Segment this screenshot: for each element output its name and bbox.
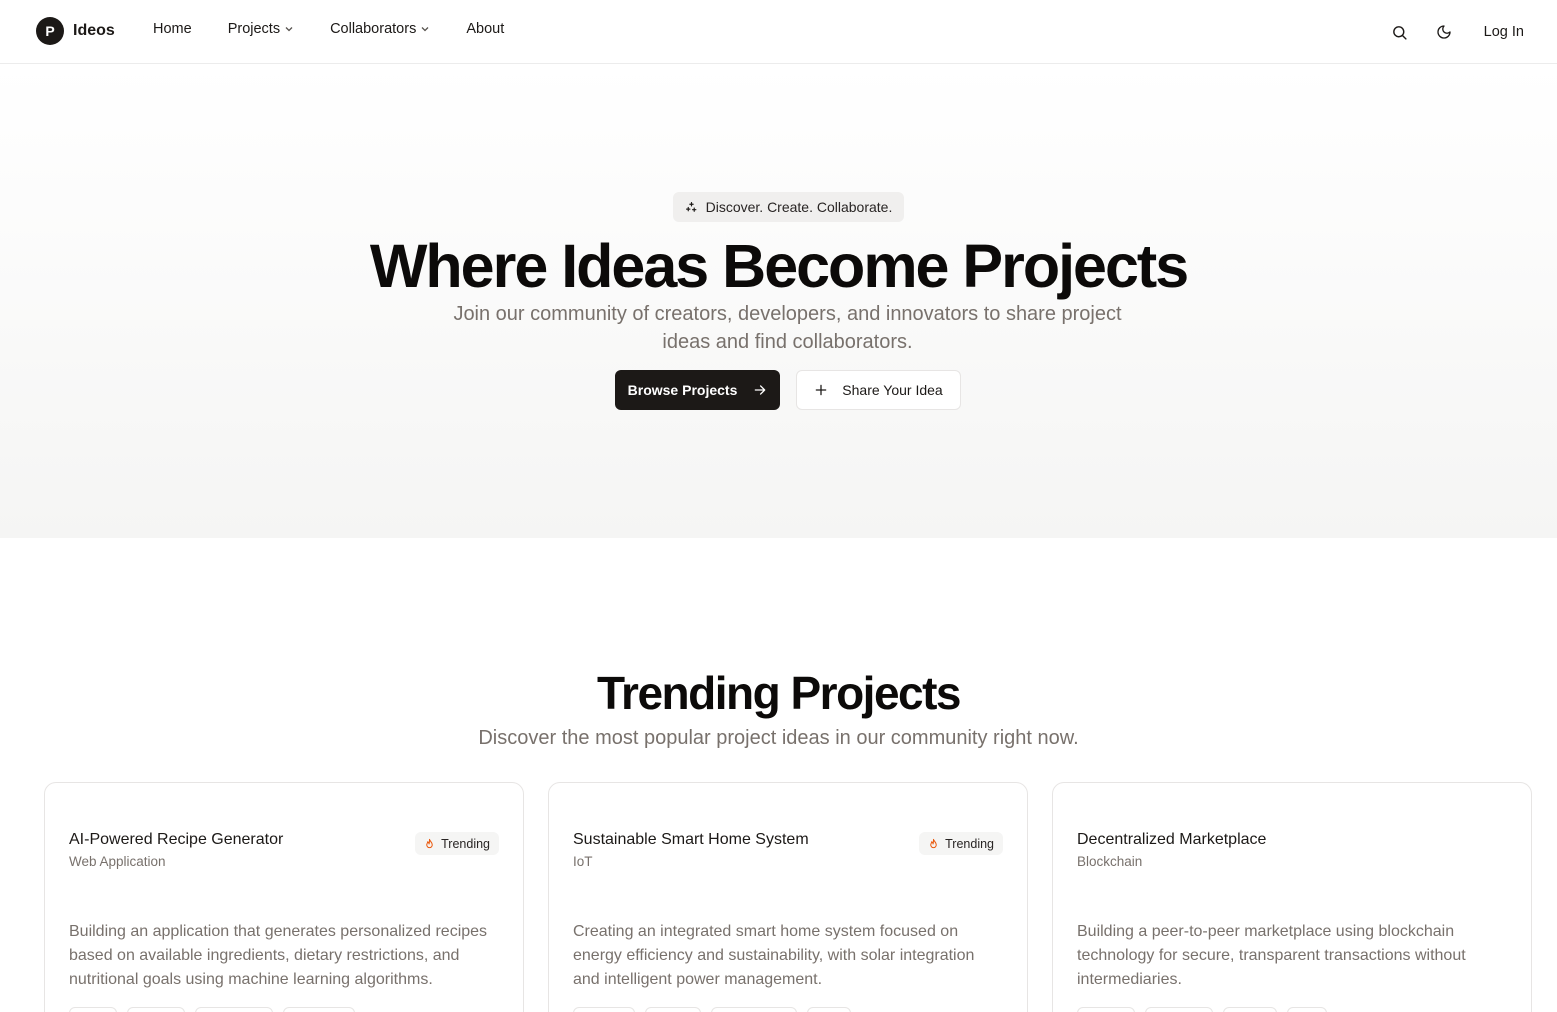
- project-title: Sustainable Smart Home System: [573, 831, 809, 848]
- hero-title: Where Ideas Become Projects: [369, 232, 1189, 300]
- project-description: Building an application that generates p…: [69, 923, 488, 988]
- hero-subtitle: Join our community of creators, develope…: [453, 303, 1122, 353]
- project-tags: [69, 1007, 355, 1012]
- nav-about[interactable]: About: [466, 21, 504, 37]
- browse-projects-button[interactable]: Browse Projects: [615, 370, 780, 410]
- project-card[interactable]: Sustainable Smart Home System IoT Trendi…: [548, 782, 1028, 1012]
- project-tags: [573, 1007, 851, 1012]
- plus-icon: [815, 384, 827, 396]
- project-title: Decentralized Marketplace: [1077, 831, 1267, 848]
- project-card[interactable]: AI-Powered Recipe Generator Web Applicat…: [44, 782, 524, 1012]
- tag-chip[interactable]: [69, 1007, 117, 1012]
- hero-tagline-text: Discover. Create. Collaborate.: [705, 199, 893, 215]
- tag-chip[interactable]: [195, 1007, 273, 1012]
- tag-chip[interactable]: [1287, 1007, 1327, 1012]
- theme-toggle-button[interactable]: [1430, 18, 1458, 46]
- arrow-right-icon: [755, 385, 766, 395]
- share-idea-button[interactable]: Share Your Idea: [796, 370, 961, 410]
- nav-collaborators[interactable]: Collaborators: [330, 21, 430, 37]
- brand-link[interactable]: P Ideos: [36, 17, 115, 45]
- project-description: Building a peer-to-peer marketplace usin…: [1077, 923, 1466, 988]
- project-tags: [1077, 1007, 1327, 1012]
- flame-icon: [930, 838, 937, 848]
- nav-home[interactable]: Home: [153, 21, 192, 37]
- trending-subtitle: Discover the most popular project ideas …: [478, 727, 1079, 749]
- project-title: AI-Powered Recipe Generator: [69, 831, 284, 848]
- tag-chip[interactable]: [1077, 1007, 1135, 1012]
- trending-badge-label: Trending: [945, 836, 994, 851]
- chevron-down-icon: [421, 27, 429, 32]
- flame-icon: [426, 838, 433, 848]
- tag-chip[interactable]: [1145, 1007, 1213, 1012]
- main-nav: Home Projects Collaborators About: [153, 21, 504, 37]
- share-idea-label: Share Your Idea: [842, 382, 943, 398]
- trending-title: Trending Projects: [596, 667, 962, 719]
- project-description: Creating an integrated smart home system…: [573, 923, 975, 988]
- search-button[interactable]: [1386, 18, 1414, 46]
- moon-icon: [1437, 25, 1451, 39]
- tag-chip[interactable]: [573, 1007, 635, 1012]
- trending-badge-label: Trending: [441, 836, 490, 851]
- login-link[interactable]: Log In: [1484, 24, 1524, 40]
- trending-badge: Trending: [919, 832, 1003, 855]
- tag-chip[interactable]: [283, 1007, 355, 1012]
- sparkles-icon: [685, 201, 697, 212]
- tag-chip[interactable]: [1223, 1007, 1277, 1012]
- trending-badge: Trending: [415, 832, 499, 855]
- chevron-down-icon: [285, 27, 293, 32]
- project-category: IoT: [573, 854, 593, 869]
- nav-projects[interactable]: Projects: [228, 21, 294, 37]
- nav-collaborators-label: Collaborators: [330, 21, 417, 37]
- project-card[interactable]: Decentralized Marketplace Blockchain Bui…: [1052, 782, 1532, 1012]
- project-category: Web Application: [69, 854, 166, 869]
- hero-tagline-pill: Discover. Create. Collaborate.: [673, 192, 904, 222]
- tag-chip[interactable]: [711, 1007, 797, 1012]
- tag-chip[interactable]: [645, 1007, 701, 1012]
- search-icon: [1393, 25, 1407, 40]
- project-category: Blockchain: [1077, 854, 1143, 869]
- logo-icon: P: [36, 17, 64, 45]
- brand-name: Ideos: [73, 22, 115, 39]
- hero-section: Discover. Create. Collaborate. Where Ide…: [0, 64, 1557, 538]
- nav-home-label: Home: [153, 21, 192, 37]
- nav-projects-label: Projects: [227, 21, 281, 37]
- tag-chip[interactable]: [807, 1007, 851, 1012]
- header-actions: Log In: [1386, 18, 1524, 46]
- site-header: P Ideos Home Projects Collaborators Abou…: [0, 0, 1557, 64]
- nav-about-label: About: [466, 21, 505, 37]
- tag-chip[interactable]: [127, 1007, 185, 1012]
- browse-projects-label: Browse Projects: [627, 382, 738, 398]
